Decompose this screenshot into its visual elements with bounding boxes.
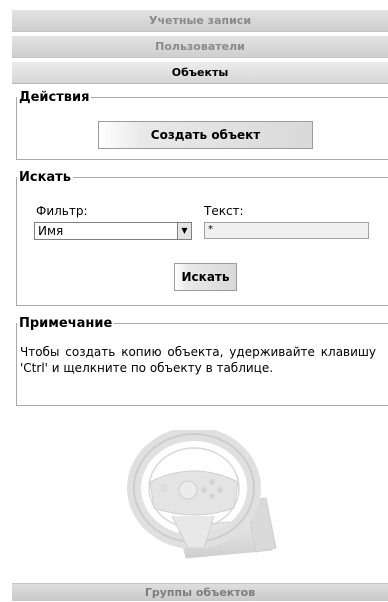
tab-accounts[interactable]: Учетные записи (12, 10, 388, 32)
note-legend: Примечание (19, 316, 113, 331)
text-label: Текст: (204, 204, 244, 218)
note-text: Чтобы создать копию объекта, удерживайте… (20, 345, 376, 375)
text-input[interactable]: * (204, 222, 369, 239)
filter-select-value: Имя (38, 224, 64, 238)
steering-wheel-icon (127, 430, 277, 559)
filter-select[interactable]: Имя ▼ (34, 222, 192, 240)
actions-legend: Действия (19, 90, 90, 105)
tab-object-groups[interactable]: Группы объектов (12, 583, 388, 601)
chevron-down-icon[interactable]: ▼ (177, 223, 191, 239)
search-button[interactable]: Искать (174, 263, 237, 291)
tab-users[interactable]: Пользователи (12, 36, 388, 58)
tab-objects[interactable]: Объекты (12, 62, 388, 84)
create-object-button[interactable]: Создать объект (98, 121, 313, 149)
search-legend: Искать (19, 170, 71, 185)
filter-label: Фильтр: (36, 204, 88, 218)
